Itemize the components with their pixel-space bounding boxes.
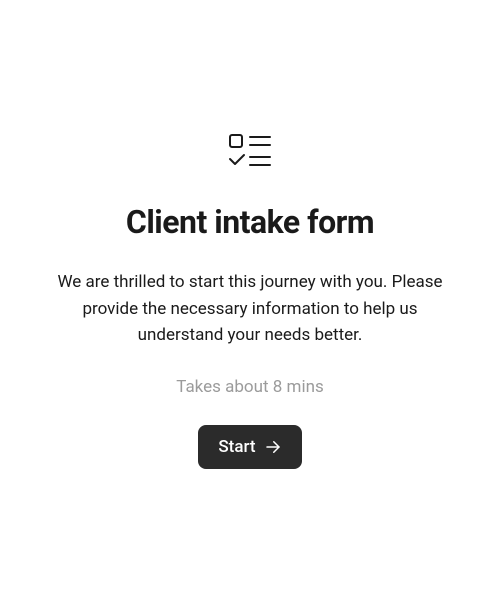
page-title: Client intake form — [126, 203, 374, 241]
arrow-right-icon — [264, 438, 282, 456]
start-button-label: Start — [218, 437, 255, 457]
todo-list-icon — [226, 131, 274, 175]
duration-text: Takes about 8 mins — [176, 377, 324, 397]
intro-description: We are thrilled to start this journey wi… — [40, 269, 460, 348]
start-button[interactable]: Start — [198, 425, 301, 469]
